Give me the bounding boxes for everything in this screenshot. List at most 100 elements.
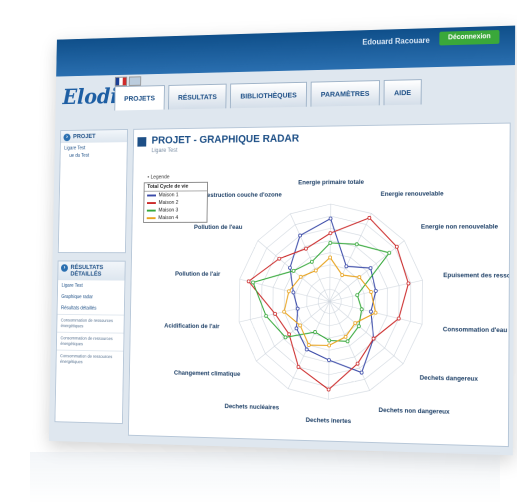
- tab-aide[interactable]: AIDE: [383, 79, 421, 105]
- tab-bibliotheques[interactable]: BIBLIOTHÈQUES: [230, 82, 307, 108]
- series-point[interactable]: [356, 294, 359, 297]
- tab-resultats[interactable]: RÉSULTATS: [168, 84, 227, 110]
- results-entry[interactable]: Consommation de ressources énergétiques: [57, 314, 124, 333]
- project-tree: Ligare Test ue du Test: [60, 142, 126, 163]
- series-point[interactable]: [247, 280, 250, 283]
- axis-label: Dechets dangereux: [420, 374, 479, 383]
- main-nav: PROJETS RÉSULTATS BIBLIOTHÈQUES PARAMÈTR…: [114, 77, 509, 110]
- series-point[interactable]: [307, 344, 310, 347]
- series-point[interactable]: [299, 275, 302, 278]
- series-point[interactable]: [329, 241, 332, 244]
- series-point[interactable]: [295, 327, 298, 330]
- series-point[interactable]: [329, 217, 332, 220]
- legend-item[interactable]: Maison 4: [144, 214, 207, 222]
- main-content: PROJET - GRAPHIQUE RADAR Ligare Test Ene…: [128, 123, 511, 448]
- series-point[interactable]: [252, 281, 255, 284]
- legend-label: Maison 2: [158, 200, 178, 206]
- series-point[interactable]: [292, 291, 295, 294]
- series-point[interactable]: [327, 359, 330, 362]
- series-point[interactable]: [360, 308, 363, 311]
- series-point[interactable]: [356, 362, 359, 365]
- series-point[interactable]: [346, 340, 349, 343]
- tree-item-variant[interactable]: ue du Test: [64, 152, 123, 158]
- series-point[interactable]: [354, 321, 357, 324]
- series-point[interactable]: [345, 265, 348, 268]
- series-point[interactable]: [397, 317, 400, 320]
- series-point[interactable]: [299, 234, 302, 237]
- project-panel-title: PROJET: [73, 133, 96, 140]
- axis-spoke: [329, 301, 371, 390]
- project-panel: › PROJET Ligare Test ue du Test: [58, 129, 128, 253]
- axis-label: Energie primaire totale: [298, 179, 364, 187]
- series-point[interactable]: [329, 232, 332, 235]
- series-point[interactable]: [292, 269, 295, 272]
- series-point[interactable]: [327, 388, 330, 391]
- series-point[interactable]: [395, 245, 398, 248]
- series-point[interactable]: [305, 348, 308, 351]
- series-point[interactable]: [368, 216, 371, 219]
- french-flag-icon[interactable]: [115, 77, 127, 87]
- axis-label: Pollution de l'eau: [194, 224, 243, 231]
- project-panel-header: › PROJET: [61, 130, 127, 143]
- series-point[interactable]: [284, 336, 287, 339]
- series-point[interactable]: [372, 337, 375, 340]
- series-point[interactable]: [304, 247, 307, 250]
- tree-item-project[interactable]: Ligare Test: [64, 145, 123, 151]
- results-entry[interactable]: Consommation de ressources énergétiques: [56, 350, 123, 369]
- tab-parametres[interactable]: PARAMÈTRES: [310, 80, 379, 107]
- disconnect-button[interactable]: Déconnexion: [439, 30, 499, 45]
- series-point[interactable]: [374, 289, 377, 292]
- tab-projets[interactable]: PROJETS: [114, 85, 165, 110]
- results-panel-header: › RÉSULTATS DÉTAILLÉS: [58, 261, 125, 280]
- series-point[interactable]: [328, 344, 331, 347]
- series-point[interactable]: [265, 314, 268, 317]
- series-point[interactable]: [369, 267, 372, 270]
- results-link-details[interactable]: Résultats détaillés: [57, 303, 124, 315]
- results-link-project[interactable]: Ligare Test: [58, 280, 125, 292]
- series-point[interactable]: [299, 324, 302, 327]
- series-point[interactable]: [278, 257, 281, 260]
- results-panel-title: RÉSULTATS DÉTAILLÉS: [70, 264, 103, 277]
- axis-spoke: [289, 214, 330, 302]
- series-point[interactable]: [274, 312, 277, 315]
- legend-swatch: [147, 217, 156, 219]
- series-point[interactable]: [288, 266, 291, 269]
- axis-label: Acidification de l'air: [164, 322, 220, 330]
- axis-label: Destruction couche d'ozone: [203, 191, 283, 199]
- legend-caption-text: Legende: [150, 175, 169, 181]
- series-point[interactable]: [329, 256, 332, 259]
- series-point[interactable]: [297, 365, 300, 368]
- english-flag-icon[interactable]: [129, 76, 141, 86]
- series-point[interactable]: [374, 311, 377, 314]
- top-bar: Edouard Racouare Déconnexion: [56, 26, 515, 77]
- series-point[interactable]: [296, 307, 299, 310]
- axis-label: Consommation d'eau: [443, 326, 508, 334]
- series-point[interactable]: [360, 371, 363, 374]
- series-point[interactable]: [283, 310, 286, 313]
- series-point[interactable]: [388, 251, 391, 254]
- series-point[interactable]: [370, 290, 373, 293]
- axis-label: Energie renouvelable: [381, 190, 444, 198]
- legend-label: Maison 1: [159, 192, 179, 198]
- axis-label: Dechets inertes: [306, 417, 352, 425]
- series-point[interactable]: [355, 243, 358, 246]
- axis-label: Epuisement des ressources: [443, 272, 509, 280]
- results-entry[interactable]: Consommation de ressources énergétiques: [57, 332, 124, 351]
- series-point[interactable]: [287, 290, 290, 293]
- series-point[interactable]: [328, 339, 331, 342]
- series-point[interactable]: [341, 274, 344, 277]
- series-point[interactable]: [407, 282, 410, 285]
- series-point[interactable]: [358, 276, 361, 279]
- series-point[interactable]: [288, 333, 291, 336]
- legend-label: Maison 3: [158, 208, 178, 214]
- series-point[interactable]: [369, 310, 372, 313]
- page-title: PROJET - GRAPHIQUE RADAR: [151, 133, 299, 147]
- series-point[interactable]: [344, 335, 347, 338]
- series-point[interactable]: [314, 269, 317, 272]
- series-point[interactable]: [357, 325, 360, 328]
- legend-caption: • Legende: [147, 175, 169, 181]
- series-point[interactable]: [314, 330, 317, 333]
- results-link-radar[interactable]: Graphique radar: [58, 291, 125, 303]
- series-point[interactable]: [310, 260, 313, 263]
- page-subtitle: Ligare Test: [151, 148, 177, 154]
